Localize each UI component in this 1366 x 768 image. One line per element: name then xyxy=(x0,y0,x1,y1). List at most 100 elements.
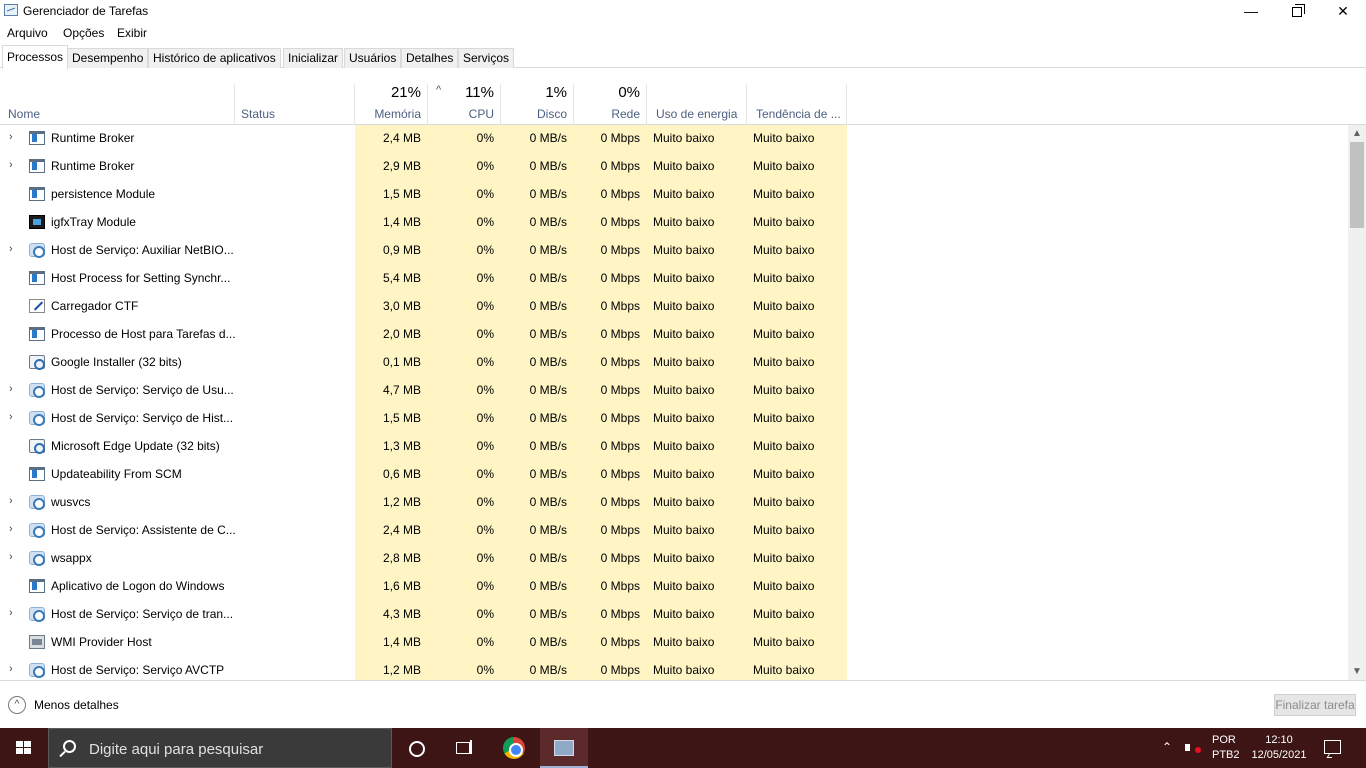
process-energy-trend: Muito baixo xyxy=(753,243,815,257)
process-disk: 0 MB/s xyxy=(529,439,567,453)
menu-arquivo[interactable]: Arquivo xyxy=(7,26,48,40)
process-row[interactable]: › wusvcs 1,2 MB 0% 0 MB/s 0 Mbps Muito baixo Mu… xyxy=(0,489,1348,517)
tray-chevron-up-icon[interactable]: ⌃ xyxy=(1162,740,1172,754)
expand-chevron-icon[interactable]: › xyxy=(9,551,13,563)
taskbar: Digite aqui para pesquisar ⌃ POR PTB2 12… xyxy=(0,728,1366,768)
taskbar-search[interactable]: Digite aqui para pesquisar xyxy=(48,728,392,768)
header-energy-label: Uso de energia xyxy=(656,107,738,121)
process-memory: 2,4 MB xyxy=(382,131,421,145)
header-name[interactable]: Nome xyxy=(0,84,235,125)
tab-desempenho[interactable]: Desempenho xyxy=(67,48,149,68)
gear-icon xyxy=(29,495,45,510)
process-name: Microsoft Edge Update (32 bits) xyxy=(51,439,220,453)
header-status[interactable]: Status xyxy=(235,84,355,125)
vertical-scrollbar[interactable]: ▲ ▼ xyxy=(1348,125,1366,680)
process-energy: Muito baixo xyxy=(653,131,715,145)
expand-chevron-icon[interactable]: › xyxy=(9,495,13,507)
start-button[interactable] xyxy=(0,728,48,768)
expand-chevron-icon[interactable]: › xyxy=(9,159,13,171)
scroll-thumb[interactable] xyxy=(1350,142,1364,228)
notification-icon[interactable] xyxy=(1324,740,1341,754)
process-row[interactable]: › Host de Serviço: Auxiliar NetBIO... 0,9 … xyxy=(0,237,1348,265)
header-disk[interactable]: 1% Disco xyxy=(501,84,574,125)
clock[interactable]: 12:10 12/05/2021 xyxy=(1248,733,1310,763)
process-energy: Muito baixo xyxy=(653,607,715,621)
process-cpu: 0% xyxy=(476,495,494,509)
task-view-icon[interactable] xyxy=(440,728,488,768)
process-row[interactable]: › Host de Serviço: Serviço de Usu... 4,7 M… xyxy=(0,377,1348,405)
process-row[interactable]: › Host de Serviço: Serviço de Hist... 1,5 … xyxy=(0,405,1348,433)
process-disk: 0 MB/s xyxy=(529,663,567,677)
process-memory: 2,8 MB xyxy=(382,551,421,565)
process-row[interactable]: WMI Provider Host 1,4 MB 0% 0 MB/s 0 Mbps Mui… xyxy=(0,629,1348,657)
tab-servicos[interactable]: Serviços xyxy=(458,48,515,68)
process-memory: 0,6 MB xyxy=(382,467,421,481)
process-row[interactable]: Updateability From SCM 0,6 MB 0% 0 MB/s 0 Mb… xyxy=(0,461,1348,489)
expand-chevron-icon[interactable]: › xyxy=(9,607,13,619)
header-energy-trend[interactable]: Tendência de ... xyxy=(747,84,847,125)
process-cpu: 0% xyxy=(476,551,494,565)
process-row[interactable]: › Runtime Broker 2,9 MB 0% 0 MB/s 0 Mbps Muito… xyxy=(0,153,1348,181)
expand-chevron-icon[interactable]: › xyxy=(9,663,13,675)
expand-chevron-icon[interactable]: › xyxy=(9,243,13,255)
process-row[interactable]: Processo de Host para Tarefas d... 2,0 MB… xyxy=(0,321,1348,349)
tab-detalhes[interactable]: Detalhes xyxy=(401,48,459,68)
disk-percent: 1% xyxy=(545,84,567,101)
process-energy: Muito baixo xyxy=(653,327,715,341)
expand-chevron-icon[interactable]: › xyxy=(9,411,13,423)
chrome-icon[interactable] xyxy=(490,728,538,768)
expand-chevron-icon[interactable]: › xyxy=(9,383,13,395)
header-network[interactable]: 0% Rede xyxy=(574,84,647,125)
process-row[interactable]: Host Process for Setting Synchr... 5,4 MB… xyxy=(0,265,1348,293)
input-language[interactable]: POR PTB2 xyxy=(1212,733,1240,763)
header-energy[interactable]: Uso de energia xyxy=(647,84,747,125)
process-disk: 0 MB/s xyxy=(529,243,567,257)
tab-usuarios[interactable]: Usuários xyxy=(344,48,402,68)
end-task-button[interactable]: Finalizar tarefa xyxy=(1274,694,1356,716)
cpu-percent: 11% xyxy=(465,84,494,101)
process-row[interactable]: Carregador CTF 3,0 MB 0% 0 MB/s 0 Mbps Muito … xyxy=(0,293,1348,321)
process-disk: 0 MB/s xyxy=(529,187,567,201)
minimize-button[interactable]: — xyxy=(1228,0,1274,22)
process-energy: Muito baixo xyxy=(653,439,715,453)
tab-processos[interactable]: Processos xyxy=(2,45,69,69)
close-button[interactable]: ✕ xyxy=(1320,0,1366,22)
menu-exibir[interactable]: Exibir xyxy=(117,26,147,40)
process-energy-trend: Muito baixo xyxy=(753,159,815,173)
header-memory[interactable]: 21% Memória xyxy=(355,84,428,125)
process-disk: 0 MB/s xyxy=(529,327,567,341)
scroll-up-button[interactable]: ▲ xyxy=(1348,125,1366,142)
restore-button[interactable] xyxy=(1274,0,1320,22)
process-row[interactable]: › Host de Serviço: Assistente de C... 2,4 … xyxy=(0,517,1348,545)
tab-inicializar[interactable]: Inicializar xyxy=(283,48,344,68)
gear-icon xyxy=(29,523,45,538)
process-network: 0 Mbps xyxy=(600,411,640,425)
process-row[interactable]: Google Installer (32 bits) 0,1 MB 0% 0 MB/s… xyxy=(0,349,1348,377)
process-row[interactable]: › Host de Serviço: Serviço AVCTP 1,2 MB 0% 0… xyxy=(0,657,1348,680)
process-energy-trend: Muito baixo xyxy=(753,551,815,565)
expand-chevron-icon[interactable]: › xyxy=(9,523,13,535)
process-disk: 0 MB/s xyxy=(529,607,567,621)
task-manager-taskbar-icon[interactable] xyxy=(540,728,588,768)
process-name: Host Process for Setting Synchr... xyxy=(51,271,231,285)
process-row[interactable]: › Runtime Broker 2,4 MB 0% 0 MB/s 0 Mbps Muito… xyxy=(0,125,1348,153)
expand-chevron-icon[interactable]: › xyxy=(9,131,13,143)
process-name: Host de Serviço: Assistente de C... xyxy=(51,523,236,537)
igfx-icon xyxy=(29,215,45,229)
volume-muted-icon[interactable] xyxy=(1185,740,1201,756)
process-network: 0 Mbps xyxy=(600,215,640,229)
scroll-down-button[interactable]: ▼ xyxy=(1348,663,1366,680)
process-row[interactable]: igfxTray Module 1,4 MB 0% 0 MB/s 0 Mbps Muito… xyxy=(0,209,1348,237)
process-row[interactable]: Aplicativo de Logon do Windows 1,6 MB 0% 0 … xyxy=(0,573,1348,601)
process-row[interactable]: › Host de Serviço: Serviço de tran... 4,3 … xyxy=(0,601,1348,629)
process-network: 0 Mbps xyxy=(600,187,640,201)
header-cpu[interactable]: ^ 11% CPU xyxy=(428,84,501,125)
menu-opcoes[interactable]: Opções xyxy=(63,26,104,40)
tab-historico[interactable]: Histórico de aplicativos xyxy=(148,48,281,68)
cortana-icon[interactable] xyxy=(392,728,440,768)
process-disk: 0 MB/s xyxy=(529,523,567,537)
process-row[interactable]: persistence Module 1,5 MB 0% 0 MB/s 0 Mbps Mu… xyxy=(0,181,1348,209)
process-row[interactable]: Microsoft Edge Update (32 bits) 1,3 MB 0% 0… xyxy=(0,433,1348,461)
window-icon xyxy=(29,131,45,145)
process-row[interactable]: › wsappx 2,8 MB 0% 0 MB/s 0 Mbps Muito baixo Mu… xyxy=(0,545,1348,573)
